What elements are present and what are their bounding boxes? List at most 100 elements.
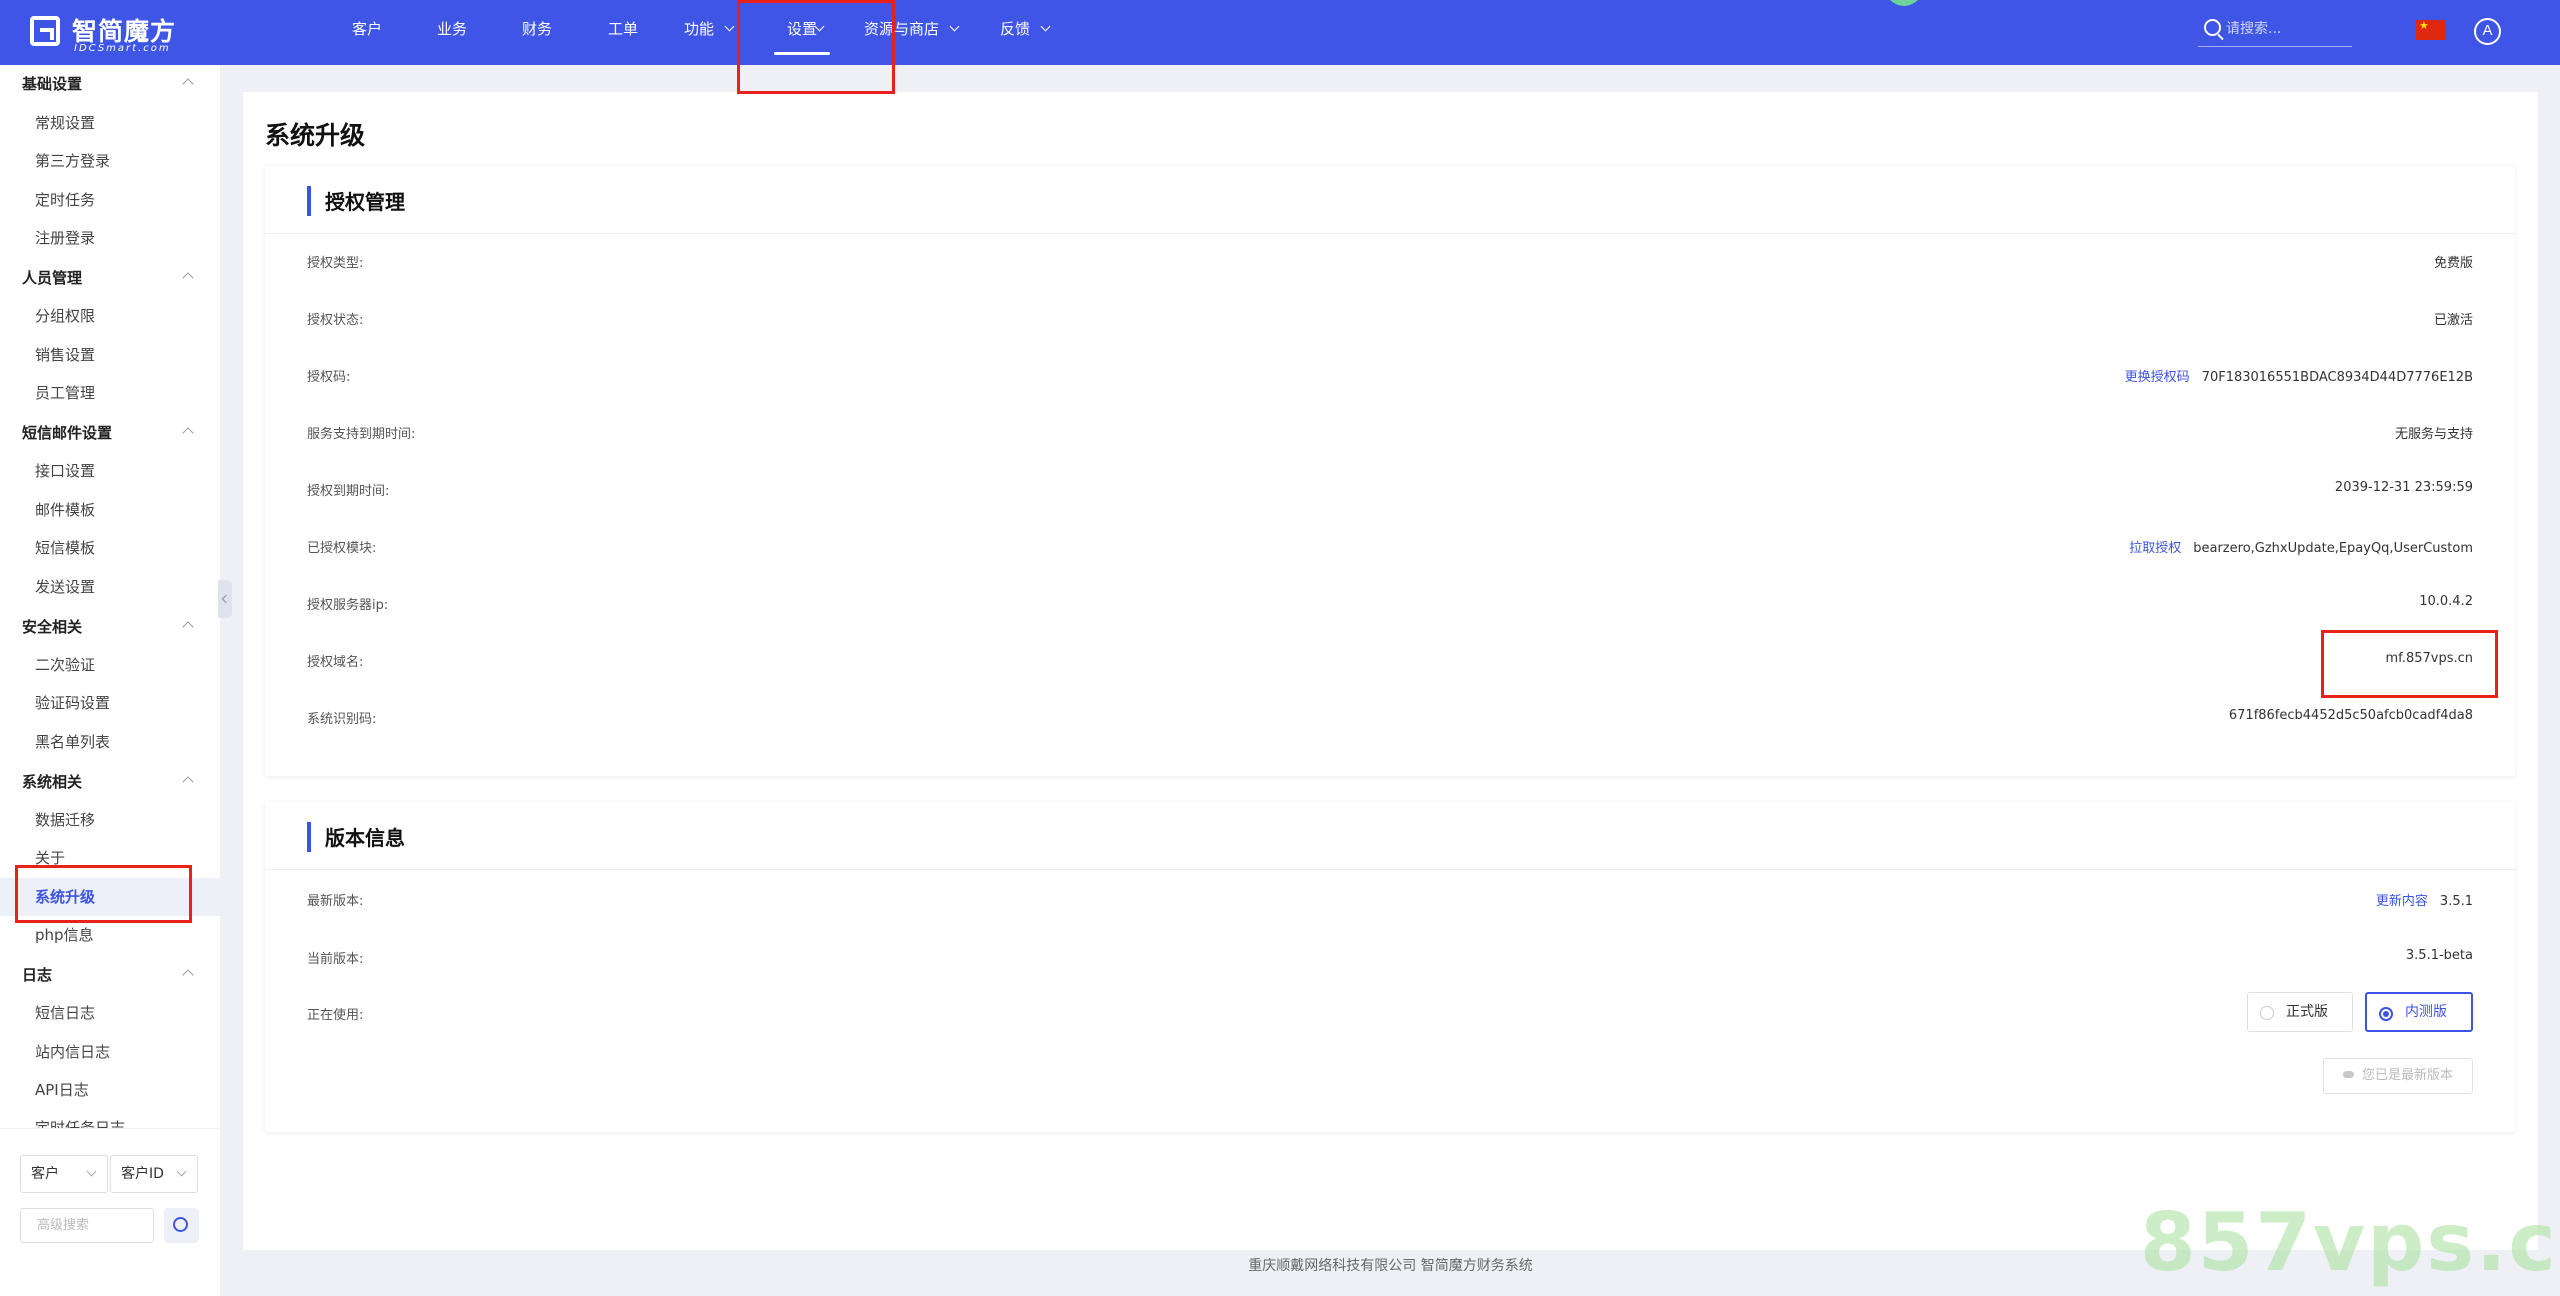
floating-toggle[interactable] [1885, 0, 2025, 6]
sidebar-menu[interactable]: 基础设置 常规设置 第三方登录 定时任务 注册登录 人员管理 分组权限 销售设置… [0, 65, 220, 1128]
brand-logo[interactable]: 智简魔方 IDCSmart.com [30, 12, 200, 54]
sidebar-item-group-permissions[interactable]: 分组权限 [0, 297, 220, 335]
sidebar-collapse-handle[interactable] [218, 580, 232, 618]
top-navbar: 智简魔方 IDCSmart.com 客户 业务 财务 工单 功能 设置 资源与商… [0, 0, 2560, 65]
sidebar-item-message-log[interactable]: 站内信日志 [0, 1033, 220, 1071]
highlight-settings-nav [737, 0, 895, 94]
license-row-expiry: 授权到期时间: 2039-12-31 23:59:59 [265, 472, 2515, 512]
license-row-type: 授权类型: 免费版 [265, 244, 2515, 284]
license-row-modules: 已授权模块: 拉取授权 bearzero,GzhxUpdate,EpayQq,Us… [265, 529, 2515, 569]
radio-checked-icon [2379, 1007, 2393, 1021]
radio-stable[interactable]: 正式版 [2247, 992, 2353, 1032]
row-value: 更换授权码 70F183016551BDAC8934D44D7776E12B [2125, 366, 2473, 385]
filter-field-select[interactable]: 客户ID [110, 1155, 198, 1193]
sidebar-item-registration[interactable]: 注册登录 [0, 219, 220, 257]
up-to-date-button[interactable]: 您已是最新版本 [2323, 1058, 2473, 1094]
chevron-up-icon[interactable] [182, 621, 194, 633]
current-version: 3.5.1-beta [2405, 948, 2473, 963]
advanced-search[interactable] [20, 1208, 154, 1243]
filter-type-select[interactable]: 客户 [20, 1155, 108, 1193]
version-row-latest: 最新版本: 更新内容 3.5.1 [265, 882, 2515, 922]
nav-finance[interactable]: 财务 [522, 0, 552, 65]
row-value: 免费版 [2433, 256, 2473, 271]
sidebar-item-cron[interactable]: 定时任务 [0, 181, 220, 219]
sidebar-item-employees[interactable]: 员工管理 [0, 374, 220, 412]
license-row-status: 授权状态: 已激活 [265, 301, 2515, 341]
group-security[interactable]: 安全相关 [22, 616, 82, 637]
sidebar-item-blacklist[interactable]: 黑名单列表 [0, 723, 220, 761]
sidebar: 基础设置 常规设置 第三方登录 定时任务 注册登录 人员管理 分组权限 销售设置… [0, 65, 220, 1296]
chevron-up-icon[interactable] [182, 427, 194, 439]
nav-tickets[interactable]: 工单 [608, 0, 638, 65]
row-label: 当前版本: [307, 952, 364, 967]
changelog-link[interactable]: 更新内容 [2376, 894, 2428, 909]
main-content: 系统升级 授权管理 授权类型: 免费版 授权状态: 已激活 授权码: 更换授权码… [243, 92, 2538, 1250]
sidebar-item-sales[interactable]: 销售设置 [0, 336, 220, 374]
release-channel-group: 正式版 内测版 [2247, 992, 2473, 1032]
chevron-up-icon[interactable] [182, 969, 194, 981]
group-system[interactable]: 系统相关 [22, 771, 82, 792]
user-avatar[interactable]: A [2474, 18, 2501, 45]
row-value: 更新内容 3.5.1 [2376, 890, 2473, 909]
chevron-down-icon [176, 1166, 187, 1177]
group-basic-settings[interactable]: 基础设置 [22, 73, 82, 94]
nav-business[interactable]: 业务 [437, 0, 467, 65]
row-label: 授权服务器ip: [307, 598, 389, 613]
sidebar-item-2fa[interactable]: 二次验证 [0, 646, 220, 684]
row-value: 671f86fecb4452d5c50afcb0cadf4da8 [2228, 708, 2473, 723]
nav-feedback[interactable]: 反馈 [1000, 0, 1051, 65]
change-license-link[interactable]: 更换授权码 [2125, 370, 2190, 385]
license-row-domain: 授权域名: mf.857vps.cn [265, 643, 2515, 683]
row-label: 最新版本: [307, 894, 364, 909]
radio-circle-icon [2260, 1006, 2274, 1020]
chevron-down-icon [949, 21, 960, 32]
watermark: 857vps.cn [2140, 1196, 2560, 1289]
sidebar-item-cron-log[interactable]: 定时任务日志 [0, 1109, 220, 1128]
language-flag-icon[interactable] [2416, 20, 2446, 40]
sidebar-item-send-settings[interactable]: 发送设置 [0, 568, 220, 606]
advanced-search-button[interactable] [164, 1208, 199, 1243]
search-input[interactable] [2226, 15, 2346, 43]
nav-customers[interactable]: 客户 [352, 0, 382, 65]
row-value: 2039-12-31 23:59:59 [2334, 480, 2473, 495]
license-row-server-ip: 授权服务器ip: 10.0.4.2 [265, 586, 2515, 626]
section-marker [307, 186, 311, 216]
sidebar-item-email-templates[interactable]: 邮件模板 [0, 491, 220, 529]
radio-label: 正式版 [2286, 1004, 2328, 1020]
pull-license-link[interactable]: 拉取授权 [2129, 541, 2181, 556]
sidebar-item-sms-templates[interactable]: 短信模板 [0, 529, 220, 567]
sidebar-item-interfaces[interactable]: 接口设置 [0, 452, 220, 490]
group-logs[interactable]: 日志 [22, 964, 52, 985]
global-search[interactable] [2198, 15, 2352, 47]
sidebar-item-sms-log[interactable]: 短信日志 [0, 994, 220, 1032]
row-label: 已授权模块: [307, 541, 377, 556]
group-sms-email[interactable]: 短信邮件设置 [22, 422, 112, 443]
license-row-code: 授权码: 更换授权码 70F183016551BDAC8934D44D7776E1… [265, 358, 2515, 398]
nav-features[interactable]: 功能 [684, 0, 735, 65]
license-row-system-id: 系统识别码: 671f86fecb4452d5c50afcb0cadf4da8 [265, 700, 2515, 740]
row-label: 授权域名: [307, 655, 364, 670]
row-label: 正在使用: [307, 1008, 364, 1023]
sidebar-item-data-migration[interactable]: 数据迁移 [0, 801, 220, 839]
radio-beta[interactable]: 内测版 [2365, 992, 2473, 1032]
page-title: 系统升级 [265, 121, 366, 150]
chevron-up-icon[interactable] [182, 272, 194, 284]
chevron-up-icon[interactable] [182, 78, 194, 90]
sidebar-item-captcha[interactable]: 验证码设置 [0, 684, 220, 722]
sidebar-item-api-log[interactable]: API日志 [0, 1071, 220, 1109]
advanced-search-input[interactable] [21, 1209, 153, 1242]
license-title: 授权管理 [325, 190, 405, 214]
section-marker [307, 822, 311, 852]
group-staff[interactable]: 人员管理 [22, 267, 82, 288]
cloud-icon [2342, 1071, 2354, 1078]
chevron-up-icon[interactable] [182, 776, 194, 788]
row-value: 无服务与支持 [2394, 427, 2473, 442]
search-icon [173, 1217, 188, 1232]
sidebar-divider [0, 1128, 220, 1129]
sidebar-item-general[interactable]: 常规设置 [0, 104, 220, 142]
row-label: 授权码: [307, 370, 351, 385]
row-label: 授权类型: [307, 256, 364, 271]
brand-domain: IDCSmart.com [74, 43, 171, 54]
sidebar-item-third-party-login[interactable]: 第三方登录 [0, 142, 220, 180]
chevron-down-icon [724, 21, 735, 32]
